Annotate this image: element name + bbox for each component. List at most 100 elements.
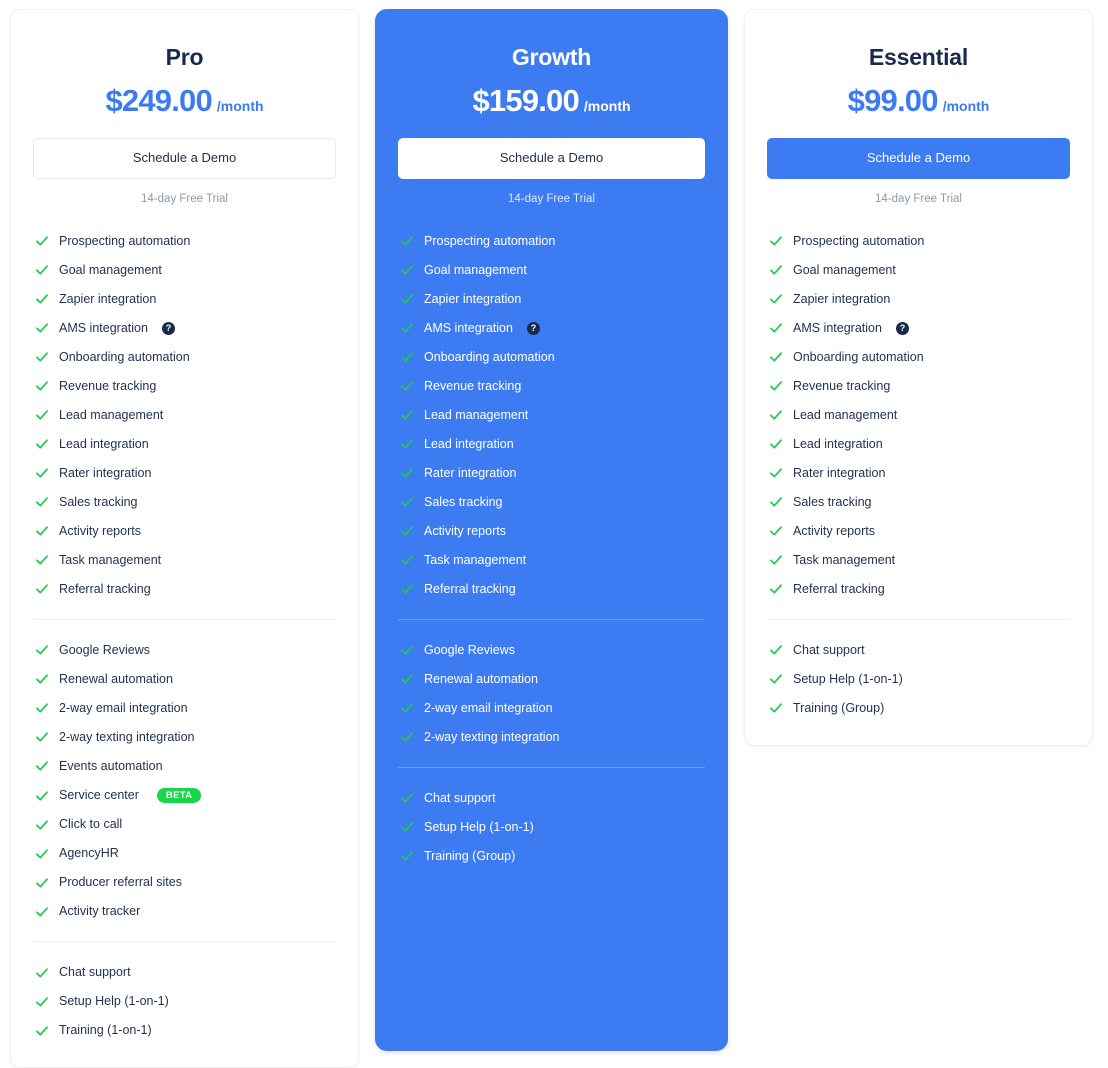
check-icon bbox=[35, 966, 49, 980]
plan-price: $99.00 bbox=[847, 83, 939, 118]
check-icon bbox=[35, 292, 49, 306]
feature-label: Activity reports bbox=[793, 523, 875, 538]
feature-label: Goal management bbox=[793, 262, 896, 277]
feature-item: Zapier integration bbox=[33, 285, 336, 314]
help-icon[interactable]: ? bbox=[526, 321, 540, 335]
feature-label: Google Reviews bbox=[424, 642, 516, 657]
plan-billing-period: /month bbox=[942, 98, 990, 114]
schedule-demo-button[interactable]: Schedule a Demo bbox=[767, 138, 1070, 179]
free-trial-note: 14-day Free Trial bbox=[508, 192, 595, 205]
feature-label: Activity tracker bbox=[59, 904, 141, 919]
feature-item: Events automation bbox=[33, 752, 336, 781]
plan-card-essential: Essential $99.00/month Schedule a Demo 14-d… bbox=[744, 9, 1093, 746]
check-icon bbox=[400, 292, 414, 306]
check-icon bbox=[400, 643, 414, 657]
plan-billing-period: /month bbox=[216, 98, 264, 114]
help-icon[interactable]: ? bbox=[161, 321, 175, 335]
feature-label: Chat support bbox=[59, 965, 131, 980]
check-icon bbox=[35, 995, 49, 1009]
feature-item: Lead integration bbox=[398, 430, 705, 459]
plan-price-row: $159.00/month bbox=[398, 85, 705, 116]
feature-groups: Prospecting automation Goal management Zap… bbox=[767, 227, 1070, 723]
check-icon bbox=[35, 350, 49, 364]
feature-label: Click to call bbox=[59, 817, 123, 832]
feature-label: Lead management bbox=[793, 407, 898, 422]
feature-item: Rater integration bbox=[767, 459, 1070, 488]
schedule-demo-button[interactable]: Schedule a Demo bbox=[33, 138, 336, 179]
feature-group: Chat support Setup Help (1-on-1) Training … bbox=[33, 941, 336, 1045]
feature-label: 2-way texting integration bbox=[424, 729, 560, 744]
feature-label: Lead management bbox=[59, 407, 164, 422]
feature-item: Service center BETA bbox=[33, 781, 336, 811]
feature-label: Onboarding automation bbox=[59, 349, 190, 364]
plan-price-row: $249.00/month bbox=[33, 85, 336, 116]
feature-label: Lead management bbox=[424, 407, 529, 422]
feature-item: AgencyHR bbox=[33, 839, 336, 868]
schedule-demo-button[interactable]: Schedule a Demo bbox=[398, 138, 705, 179]
feature-label: Training (Group) bbox=[793, 700, 885, 715]
check-icon bbox=[769, 379, 783, 393]
feature-item: Onboarding automation bbox=[398, 343, 705, 372]
feature-item: 2-way email integration bbox=[33, 694, 336, 723]
check-icon bbox=[35, 672, 49, 686]
feature-item: Lead management bbox=[398, 401, 705, 430]
free-trial-note: 14-day Free Trial bbox=[875, 192, 962, 205]
feature-item: Onboarding automation bbox=[767, 343, 1070, 372]
feature-label: Renewal automation bbox=[424, 671, 538, 686]
feature-label: Activity reports bbox=[424, 523, 506, 538]
feature-item: Producer referral sites bbox=[33, 868, 336, 897]
feature-label: Referral tracking bbox=[424, 581, 516, 596]
feature-label: Sales tracking bbox=[59, 494, 138, 509]
check-icon bbox=[400, 791, 414, 805]
feature-item: Setup Help (1-on-1) bbox=[767, 665, 1070, 694]
check-icon bbox=[769, 672, 783, 686]
feature-group: Google Reviews Renewal automation 2-way em… bbox=[33, 618, 336, 927]
feature-label: Training (Group) bbox=[424, 848, 516, 863]
feature-item: 2-way texting integration bbox=[33, 723, 336, 752]
feature-item: AMS integration? bbox=[767, 314, 1070, 343]
check-icon bbox=[35, 553, 49, 567]
feature-group: Chat support Setup Help (1-on-1) Training … bbox=[767, 618, 1070, 723]
feature-item: Chat support bbox=[33, 958, 336, 987]
feature-label: Google Reviews bbox=[59, 642, 151, 657]
check-icon bbox=[400, 263, 414, 277]
check-icon bbox=[35, 847, 49, 861]
feature-group: Prospecting automation Goal management Zap… bbox=[33, 227, 336, 604]
feature-item: Setup Help (1-on-1) bbox=[33, 987, 336, 1016]
feature-item: Task management bbox=[398, 546, 705, 575]
feature-label: Service center bbox=[59, 788, 139, 803]
check-icon bbox=[400, 466, 414, 480]
free-trial-note: 14-day Free Trial bbox=[141, 192, 228, 205]
check-icon bbox=[35, 379, 49, 393]
feature-item: Prospecting automation bbox=[398, 227, 705, 256]
check-icon bbox=[400, 379, 414, 393]
feature-label: Events automation bbox=[59, 758, 163, 773]
check-icon bbox=[769, 643, 783, 657]
check-icon bbox=[35, 321, 49, 335]
feature-item: Zapier integration bbox=[767, 285, 1070, 314]
feature-item: Sales tracking bbox=[767, 488, 1070, 517]
check-icon bbox=[35, 1024, 49, 1038]
feature-label: 2-way email integration bbox=[424, 700, 553, 715]
plan-billing-period: /month bbox=[583, 98, 631, 114]
help-icon[interactable]: ? bbox=[895, 321, 909, 335]
check-icon bbox=[769, 263, 783, 277]
check-icon bbox=[35, 582, 49, 596]
feature-item: AMS integration? bbox=[398, 314, 705, 343]
feature-label: Producer referral sites bbox=[59, 875, 182, 890]
check-icon bbox=[400, 350, 414, 364]
pricing-plans-grid: Pro $249.00/month Schedule a Demo 14-day Fr… bbox=[0, 0, 1108, 1068]
feature-label: Sales tracking bbox=[424, 494, 503, 509]
check-icon bbox=[769, 553, 783, 567]
check-icon bbox=[769, 234, 783, 248]
feature-item: Revenue tracking bbox=[767, 372, 1070, 401]
feature-item: Task management bbox=[767, 546, 1070, 575]
feature-item: Activity reports bbox=[33, 517, 336, 546]
plan-price: $159.00 bbox=[472, 83, 579, 118]
feature-item: Sales tracking bbox=[398, 488, 705, 517]
plan-header: Essential $99.00/month Schedule a Demo 14-d… bbox=[767, 10, 1070, 205]
feature-label: Lead integration bbox=[59, 436, 149, 451]
check-icon bbox=[35, 524, 49, 538]
check-icon bbox=[35, 408, 49, 422]
check-icon bbox=[35, 466, 49, 480]
